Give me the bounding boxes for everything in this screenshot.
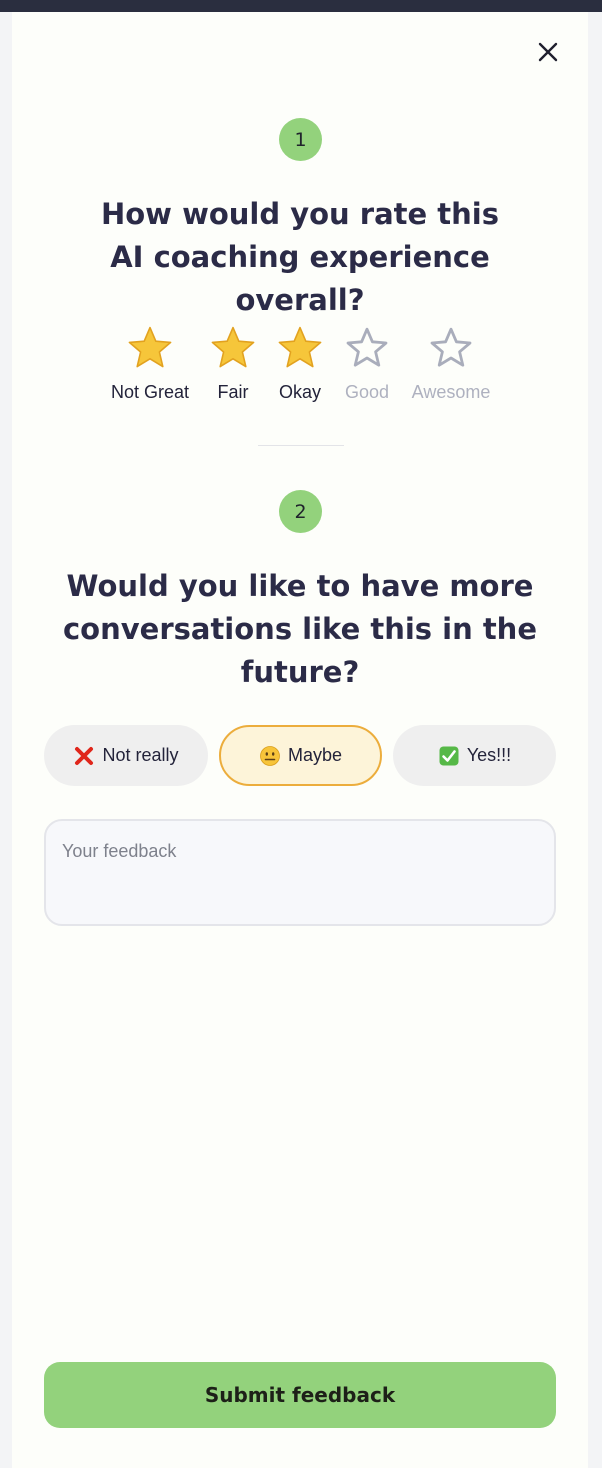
star-empty-icon: [430, 327, 472, 367]
choice-maybe-button[interactable]: Maybe: [219, 725, 382, 786]
submit-feedback-button[interactable]: Submit feedback: [44, 1362, 556, 1428]
question-1-title: How would you rate this AI coaching expe…: [48, 193, 552, 322]
star-label-okay: Okay: [278, 382, 321, 402]
section-divider: [258, 445, 344, 446]
question-2-title-line-3: future?: [240, 655, 360, 689]
question-1-title-line-1: How would you rate this: [100, 197, 499, 231]
close-icon: [538, 42, 558, 62]
top-bar: [0, 0, 602, 12]
close-button[interactable]: [536, 40, 560, 64]
check-mark-icon: [438, 745, 460, 767]
question-2-title: Would you like to have more conversation…: [48, 565, 552, 694]
star-option-awesome[interactable]: Awesome: [401, 324, 501, 403]
choice-not-really-label: Not really: [102, 745, 179, 765]
star-label-awesome: Awesome: [411, 382, 491, 402]
step-badge-1: 1: [279, 118, 322, 161]
star-filled-icon: [128, 326, 172, 368]
star-label-good: Good: [344, 382, 390, 402]
star-label-not-great: Not Great: [110, 382, 190, 402]
star-label-fair: Fair: [217, 382, 249, 402]
question-2-title-line-1: Would you like to have more: [66, 569, 534, 603]
star-empty-icon: [346, 327, 388, 367]
star-rating: Not Great Fair Okay Good Awesome: [106, 324, 506, 420]
choice-maybe-label: Maybe: [287, 745, 343, 765]
question-1-title-line-2: AI coaching experience overall?: [110, 240, 490, 317]
choice-yes-label: Yes!!!: [466, 745, 512, 765]
step-badge-2: 2: [279, 490, 322, 533]
cross-mark-icon: [73, 745, 95, 767]
choice-yes-button[interactable]: Yes!!!: [393, 725, 556, 786]
choice-not-really-button[interactable]: Not really: [44, 725, 208, 786]
feedback-input[interactable]: [44, 819, 556, 926]
neutral-face-icon: [259, 745, 281, 767]
feedback-sheet: 1 How would you rate this AI coaching ex…: [12, 12, 588, 1468]
question-2-title-line-2: conversations like this in the: [62, 612, 537, 646]
